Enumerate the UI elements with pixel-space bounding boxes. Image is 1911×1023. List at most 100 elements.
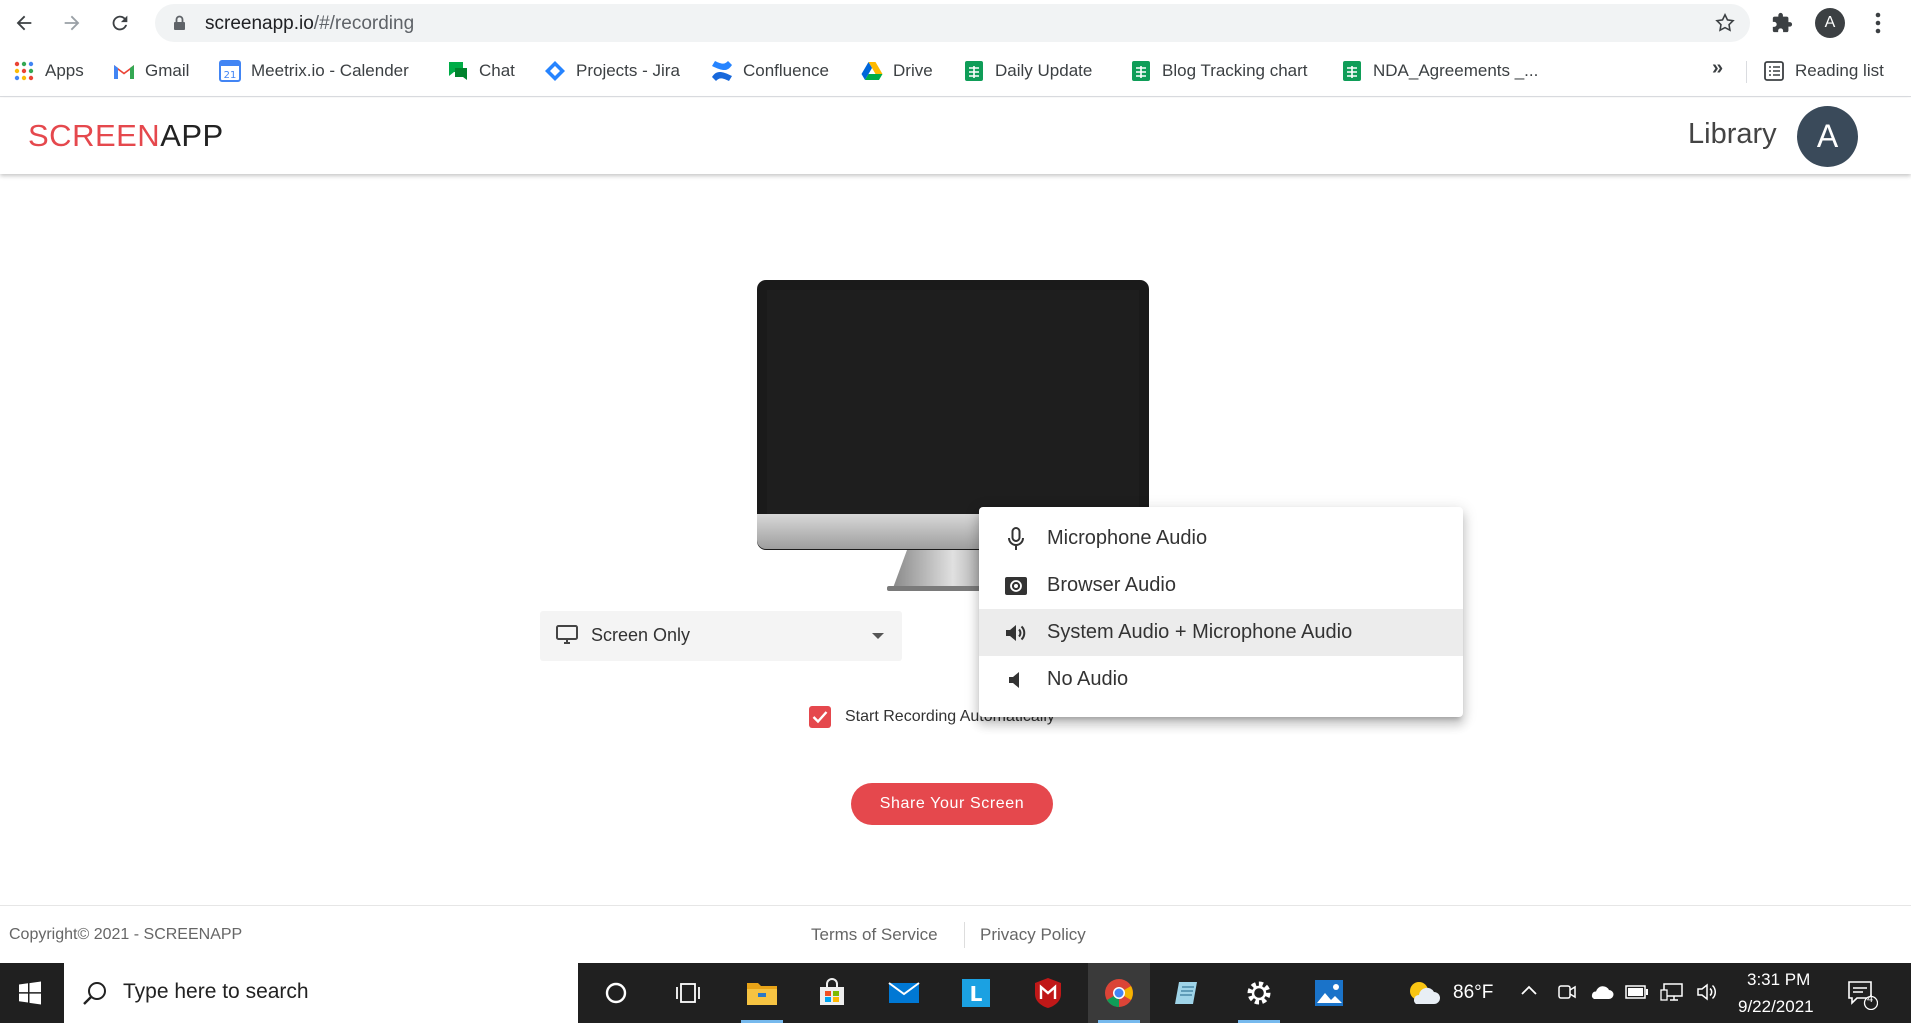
library-link[interactable]: Library — [1688, 118, 1777, 151]
svg-text:21: 21 — [224, 70, 237, 81]
gmail-icon — [113, 60, 135, 82]
logo-part-app: APP — [160, 118, 224, 153]
confluence-icon — [711, 60, 733, 82]
bookmark-label: Chat — [479, 61, 515, 80]
bookmark-confluence[interactable]: Confluence — [711, 57, 829, 85]
menu-item-label: No Audio — [1047, 668, 1129, 690]
task-view-button[interactable] — [657, 963, 719, 1023]
user-avatar[interactable]: A — [1797, 106, 1858, 167]
profile-avatar: A — [1815, 8, 1845, 38]
bookmarks-divider — [1746, 61, 1747, 83]
cortana-button[interactable] — [585, 963, 647, 1023]
bookmark-calendar[interactable]: 21 Meetrix.io - Calender — [219, 57, 409, 85]
address-bar[interactable]: screenapp.io/#/recording — [155, 4, 1750, 42]
onedrive-cloud-icon[interactable] — [1588, 983, 1614, 1006]
apps-grid-icon — [13, 60, 35, 82]
privacy-policy-link[interactable]: Privacy Policy — [980, 925, 1086, 945]
bookmark-drive[interactable]: Drive — [861, 57, 933, 85]
bookmark-chat[interactable]: Chat — [447, 57, 515, 85]
svg-text:L: L — [970, 982, 983, 1006]
back-button[interactable] — [8, 7, 40, 39]
reload-icon — [112, 15, 128, 31]
profile-button[interactable]: A — [1814, 7, 1846, 39]
screenapp-logo[interactable]: SCREENAPP — [28, 118, 224, 154]
menu-item-no-audio[interactable]: No Audio — [979, 656, 1463, 703]
page-footer: Copyright© 2021 - SCREENAPP Terms of Ser… — [0, 905, 1911, 963]
logo-part-screen: SCREEN — [28, 118, 161, 153]
bookmark-gmail[interactable]: Gmail — [113, 57, 189, 85]
mcafee-app[interactable] — [1017, 963, 1079, 1023]
taskbar-search-box[interactable]: Type here to search — [64, 963, 578, 1023]
more-bookmarks-button[interactable]: » — [1712, 57, 1723, 80]
browser-toolbar: screenapp.io/#/recording A — [0, 0, 1911, 45]
reading-list-label: Reading list — [1795, 61, 1884, 80]
chrome-app[interactable] — [1088, 963, 1150, 1023]
menu-item-microphone-audio[interactable]: Microphone Audio — [979, 515, 1463, 562]
sheets-icon — [1341, 60, 1363, 82]
forward-arrow-icon — [64, 15, 80, 31]
settings-app[interactable] — [1228, 963, 1290, 1023]
network-icon[interactable] — [1660, 981, 1684, 1008]
gear-icon — [1247, 981, 1271, 1005]
show-hidden-icons-chevron-up-icon[interactable] — [1520, 983, 1538, 1002]
copyright-text: Copyright© 2021 - SCREENAPP — [9, 926, 243, 943]
sheets-icon — [963, 60, 985, 82]
start-button[interactable] — [0, 963, 60, 1023]
sheets-icon — [1130, 60, 1152, 82]
menu-item-browser-audio[interactable]: Browser Audio — [979, 562, 1463, 609]
launcher-l-app[interactable]: L — [945, 963, 1007, 1023]
puzzle-icon — [1772, 12, 1793, 33]
photos-app[interactable] — [1298, 963, 1360, 1023]
bookmark-label: Drive — [893, 61, 933, 80]
action-center-button[interactable]: 4 — [1846, 978, 1879, 1015]
chevron-down-icon — [872, 633, 884, 639]
calendar-icon: 21 — [219, 60, 241, 82]
bookmark-jira[interactable]: Projects - Jira — [544, 57, 680, 85]
clock-time[interactable]: 3:31 PM — [1747, 970, 1810, 990]
weather-icon[interactable] — [1406, 978, 1440, 1013]
mcafee-shield-icon — [1035, 978, 1061, 1008]
chrome-menu-button[interactable] — [1862, 7, 1894, 39]
audio-options-menu: Microphone Audio Browser Audio System Au… — [979, 507, 1463, 717]
search-placeholder: Type here to search — [123, 980, 309, 1003]
terms-of-service-link[interactable]: Terms of Service — [811, 925, 938, 945]
volume-icon[interactable] — [1696, 981, 1720, 1008]
notification-count: 4 — [1867, 993, 1874, 1005]
forward-button[interactable] — [56, 7, 88, 39]
recording-source-select[interactable]: Screen Only — [540, 611, 902, 661]
bookmark-daily-update[interactable]: Daily Update — [963, 57, 1092, 85]
bookmarks-bar: Apps Gmail 21 Meetrix.io - Calender Chat… — [0, 45, 1911, 97]
search-icon — [82, 980, 108, 1011]
meet-now-icon[interactable] — [1557, 981, 1577, 1008]
menu-item-system-and-microphone-audio[interactable]: System Audio + Microphone Audio — [979, 609, 1463, 656]
jira-icon — [544, 60, 566, 82]
bookmark-star-icon[interactable] — [1714, 12, 1736, 39]
reading-list-button[interactable]: Reading list — [1763, 57, 1884, 85]
battery-icon[interactable] — [1625, 984, 1649, 1005]
file-explorer-app[interactable] — [731, 963, 793, 1023]
notepad-app[interactable] — [1157, 963, 1219, 1023]
microsoft-store-app[interactable] — [801, 963, 863, 1023]
clock-date[interactable]: 9/22/2021 — [1738, 997, 1814, 1017]
bookmark-blog-tracking[interactable]: Blog Tracking chart — [1130, 57, 1308, 85]
extensions-button[interactable] — [1766, 7, 1798, 39]
task-view-icon — [676, 983, 700, 1003]
bookmark-label: Confluence — [743, 61, 830, 80]
photos-icon — [1315, 980, 1343, 1006]
share-screen-button[interactable]: Share Your Screen — [851, 783, 1053, 825]
menu-item-label: System Audio + Microphone Audio — [1047, 621, 1353, 643]
url-path: /#/recording — [313, 13, 415, 34]
mail-app[interactable] — [873, 963, 935, 1023]
source-value: Screen Only — [591, 625, 691, 645]
app-header: SCREENAPP Library A — [0, 98, 1911, 174]
drive-icon — [861, 60, 883, 82]
speaker-muted-icon — [1003, 667, 1029, 693]
notepad-icon — [1175, 982, 1197, 1004]
back-arrow-icon — [16, 15, 32, 31]
auto-start-checkbox[interactable] — [809, 706, 831, 728]
bookmark-label: NDA_Agreements _... — [1373, 61, 1539, 80]
bookmark-nda[interactable]: NDA_Agreements _... — [1341, 57, 1538, 85]
bookmark-apps[interactable]: Apps — [13, 57, 84, 85]
reload-button[interactable] — [104, 7, 136, 39]
mail-envelope-icon — [888, 982, 920, 1003]
